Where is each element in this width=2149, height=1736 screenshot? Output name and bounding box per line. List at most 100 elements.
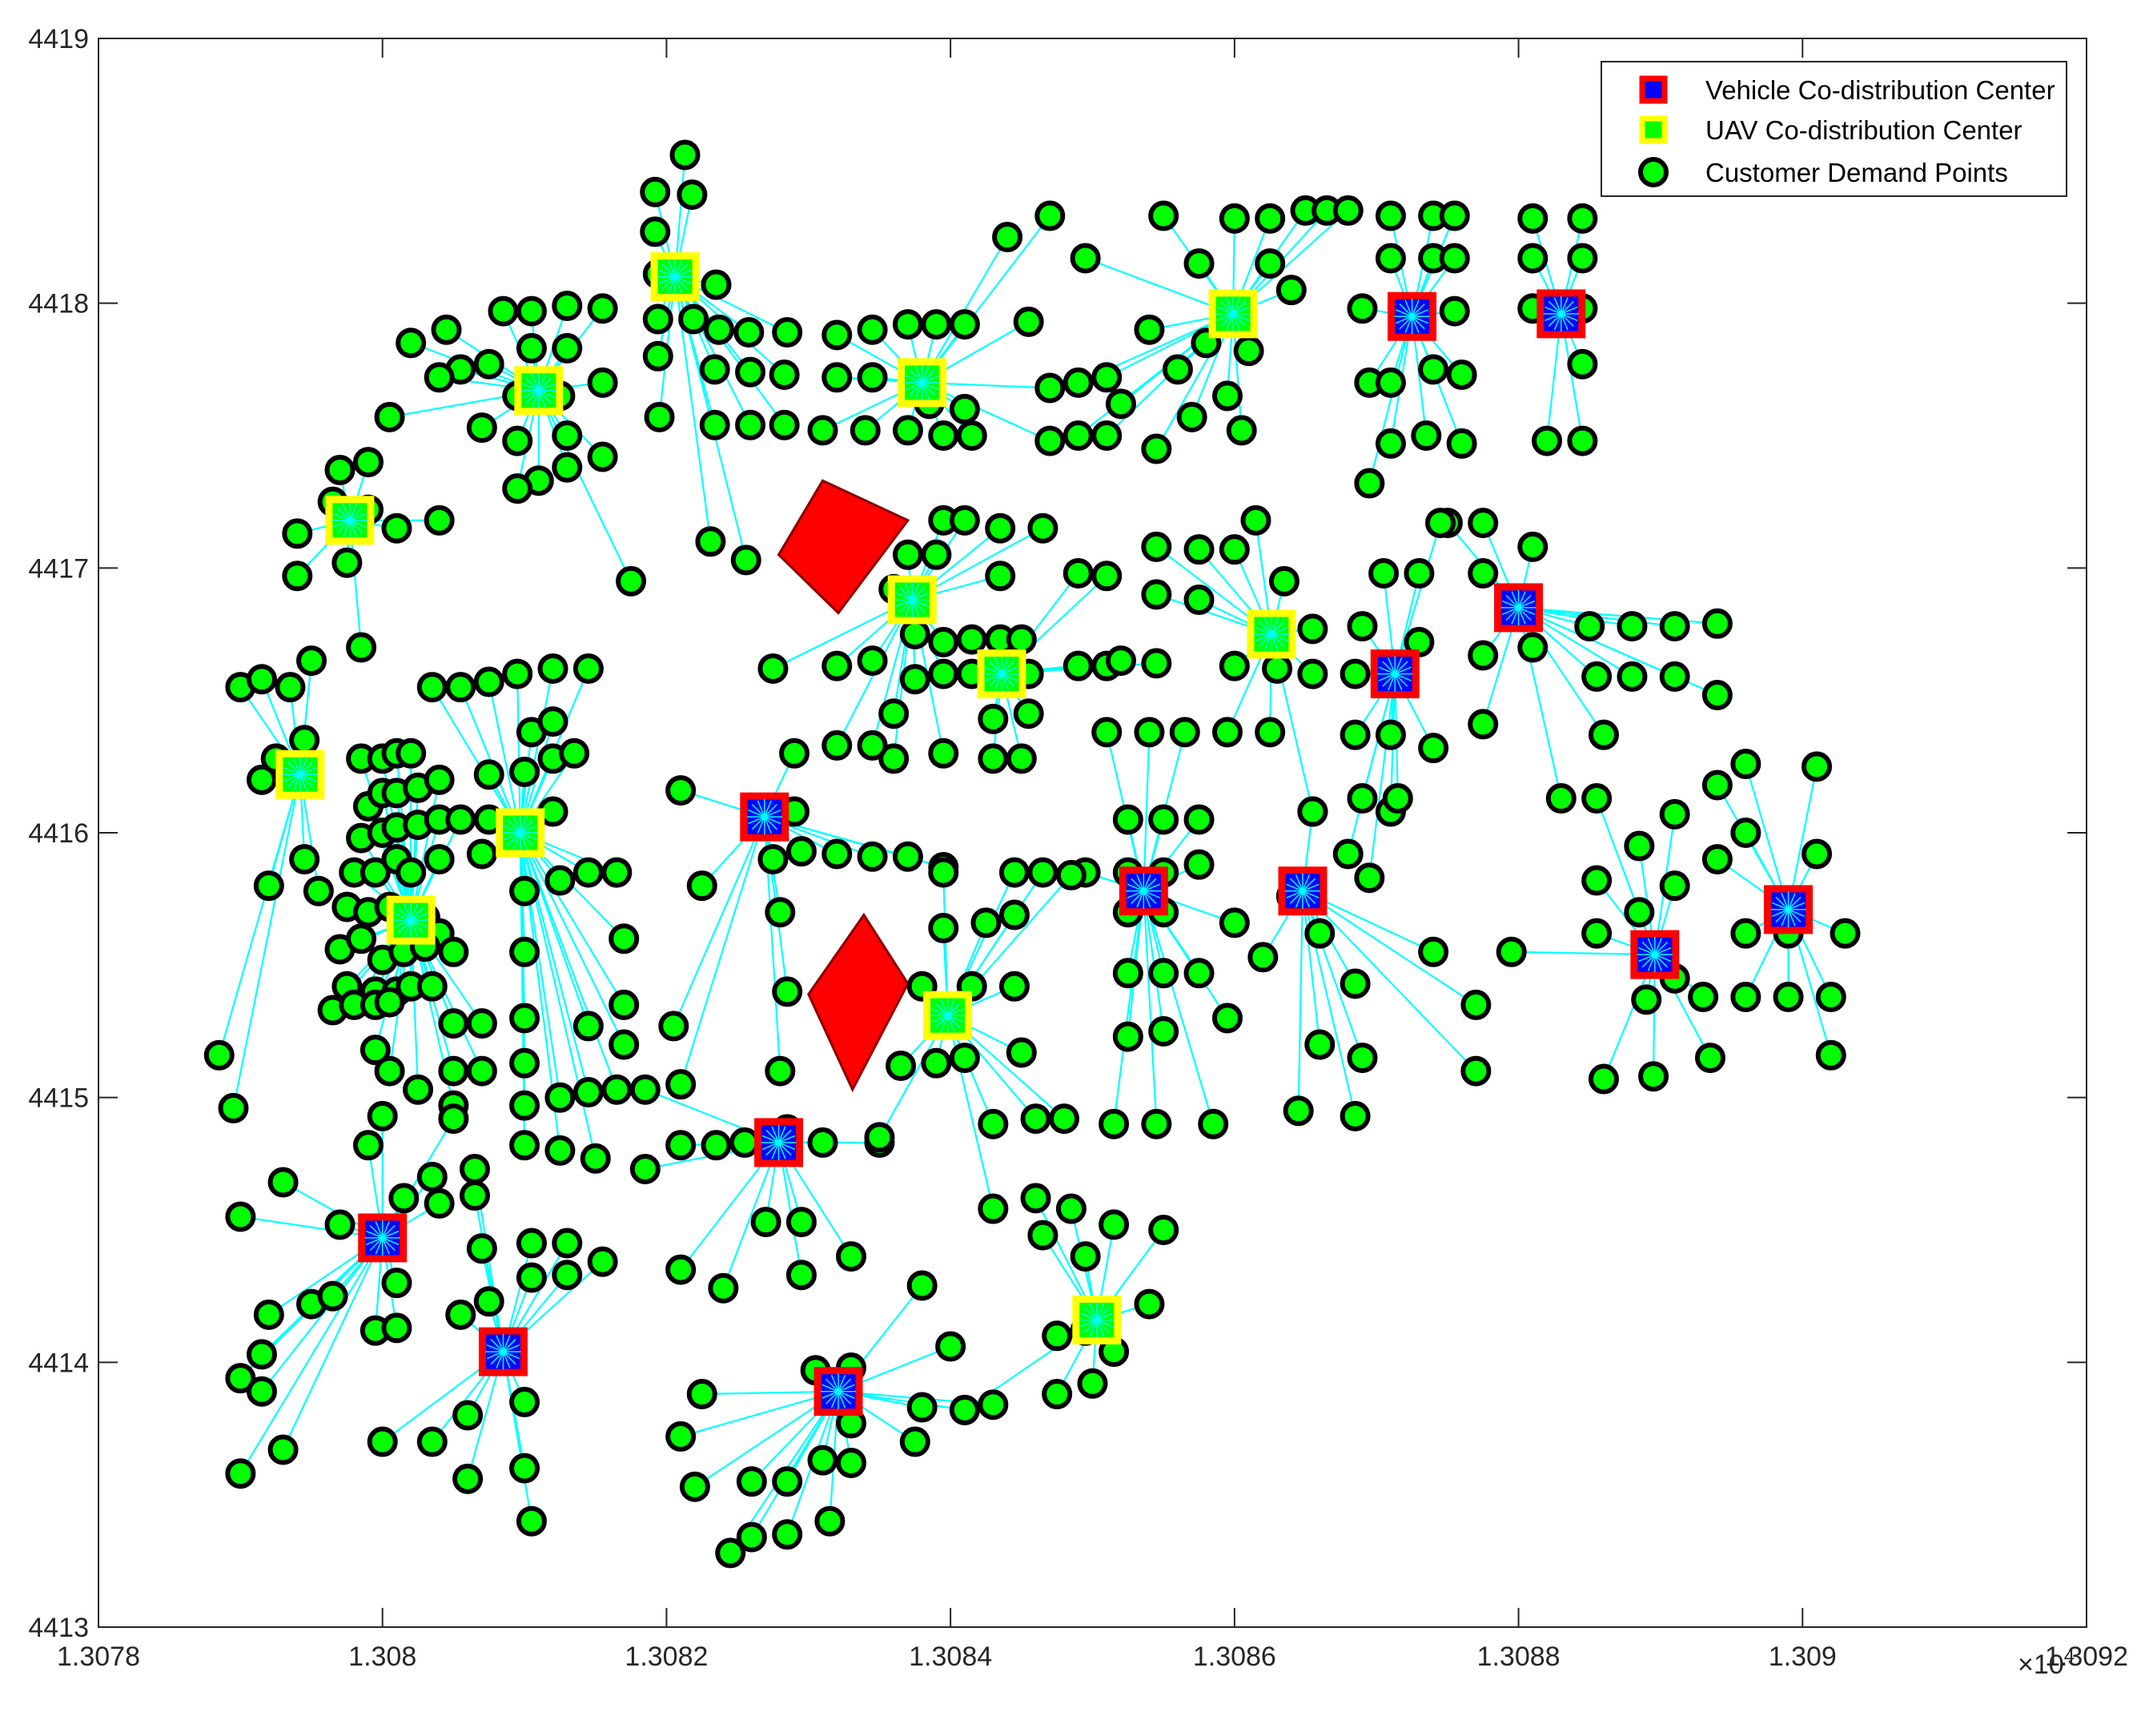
customer-point xyxy=(587,367,618,398)
customer-point xyxy=(572,1077,604,1108)
customer-point xyxy=(1091,362,1123,393)
customer-point xyxy=(466,838,497,870)
customer-point xyxy=(779,737,810,769)
customer-point xyxy=(765,1055,796,1087)
customer-point xyxy=(1730,749,1761,780)
customer-point xyxy=(665,1069,697,1100)
customer-point xyxy=(331,547,363,578)
customer-point xyxy=(1460,989,1492,1020)
customer-point xyxy=(835,1241,866,1272)
customer-point xyxy=(509,1047,540,1079)
legend-vehicle-label: Vehicle Co-distribution Center xyxy=(1705,75,2055,105)
customer-point xyxy=(466,1055,497,1087)
customer-point xyxy=(1354,862,1385,894)
customer-point xyxy=(552,452,583,483)
customer-point xyxy=(1148,958,1179,989)
customer-point xyxy=(552,332,583,364)
customer-point xyxy=(424,1187,455,1219)
customer-point xyxy=(587,293,618,324)
customer-point xyxy=(1219,203,1250,234)
customer-point xyxy=(509,1130,540,1161)
customer-point xyxy=(1695,1043,1726,1074)
x-tick-label: 1.308 xyxy=(348,1642,416,1672)
customer-point xyxy=(1112,958,1143,989)
customer-point xyxy=(509,756,540,787)
customer-point xyxy=(1211,380,1243,412)
customer-point xyxy=(985,512,1016,544)
customer-point xyxy=(1027,512,1058,544)
customer-point xyxy=(886,1050,917,1081)
customer-point xyxy=(1169,717,1200,748)
customer-point xyxy=(416,672,448,703)
customer-point xyxy=(416,970,448,1002)
customer-point xyxy=(1545,783,1577,814)
customer-point xyxy=(735,409,766,440)
customer-point xyxy=(516,1262,547,1293)
customer-point xyxy=(835,1447,866,1478)
customer-point xyxy=(644,401,675,432)
customer-point xyxy=(346,923,377,954)
customer-point xyxy=(203,1039,235,1071)
customer-point xyxy=(665,1130,697,1161)
customer-point xyxy=(253,870,284,902)
customer-point xyxy=(730,545,761,576)
customer-point xyxy=(1247,942,1279,973)
customer-point xyxy=(1517,531,1548,562)
customer-point xyxy=(466,412,497,444)
customer-point xyxy=(544,865,576,896)
customer-point xyxy=(1368,557,1400,589)
customer-point xyxy=(396,857,427,888)
customer-point xyxy=(1070,243,1101,274)
customer-point xyxy=(1567,425,1598,456)
customer-point xyxy=(949,393,980,424)
customer-point xyxy=(459,1180,490,1212)
customer-point xyxy=(374,401,405,432)
customer-point xyxy=(1439,295,1470,327)
customer-point xyxy=(821,319,853,351)
legend-uav-marker xyxy=(1639,115,1668,144)
customer-point xyxy=(1297,613,1328,645)
customer-point xyxy=(552,290,583,321)
customer-point xyxy=(678,303,709,335)
customer-point xyxy=(1730,818,1761,848)
y-tick-label: 4414 xyxy=(28,1348,89,1378)
customer-point xyxy=(1418,936,1449,967)
customer-point xyxy=(686,870,717,902)
customer-point xyxy=(296,645,327,677)
customer-point xyxy=(1340,968,1371,999)
customer-point xyxy=(1042,1379,1073,1410)
customer-point xyxy=(949,504,980,536)
customer-point xyxy=(502,473,533,504)
customer-point xyxy=(438,1008,469,1039)
customer-point xyxy=(1006,743,1037,774)
customer-point xyxy=(1446,428,1477,459)
customer-point xyxy=(1255,248,1286,279)
customer-point xyxy=(580,1143,611,1174)
customer-point xyxy=(1588,1063,1619,1095)
customer-point xyxy=(537,706,568,737)
customer-point xyxy=(701,1130,732,1161)
y-tick-label: 4417 xyxy=(28,553,89,584)
customer-point xyxy=(246,664,277,695)
customer-point xyxy=(445,672,476,703)
customer-point xyxy=(857,362,888,393)
customer-point xyxy=(704,314,735,345)
customer-point xyxy=(928,658,959,689)
customer-point xyxy=(892,309,923,340)
customer-point xyxy=(735,356,766,388)
customer-point xyxy=(850,415,881,446)
customer-point xyxy=(1183,849,1215,880)
customer-point xyxy=(1468,640,1499,671)
customer-point xyxy=(559,737,590,769)
customer-point xyxy=(324,1209,355,1240)
customer-point xyxy=(640,176,671,207)
customer-point xyxy=(1638,1061,1669,1092)
customer-point xyxy=(772,1466,803,1497)
legend-uav-label: UAV Co-distribution Center xyxy=(1705,115,2022,145)
customer-point xyxy=(1042,1320,1073,1352)
customer-point xyxy=(1617,611,1648,642)
customer-point xyxy=(396,328,427,359)
customer-point xyxy=(438,936,469,967)
customer-point xyxy=(1581,661,1613,692)
customer-point xyxy=(821,650,853,681)
